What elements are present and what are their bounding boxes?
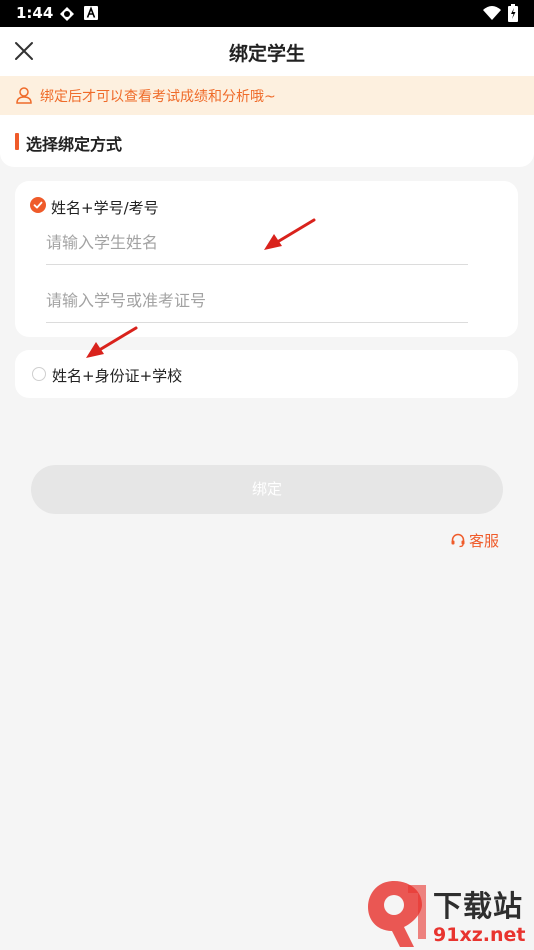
section-accent-bar bbox=[15, 133, 19, 150]
option-label: 姓名+身份证+学校 bbox=[52, 367, 183, 385]
status-bar: 1:44 bbox=[0, 0, 534, 27]
watermark: 下载站 91xz.net bbox=[362, 875, 534, 950]
status-time: 1:44 bbox=[16, 4, 54, 22]
section-title: 选择绑定方式 bbox=[26, 135, 123, 154]
annotation-arrow-icon bbox=[86, 326, 138, 358]
unchecked-radio-icon[interactable] bbox=[32, 367, 46, 381]
watermark-url: 91xz.net bbox=[433, 924, 526, 946]
watermark-logo-icon bbox=[368, 881, 426, 947]
sync-icon bbox=[60, 7, 74, 21]
user-icon bbox=[16, 87, 32, 104]
app-bar: 绑定学生 bbox=[0, 27, 534, 76]
page-title: 绑定学生 bbox=[228, 43, 305, 65]
student-id-input[interactable] bbox=[46, 285, 468, 315]
option-card-name-student-id[interactable]: 姓名+学号/考号 bbox=[15, 181, 518, 337]
headset-icon bbox=[451, 533, 465, 548]
annotation-arrow-icon bbox=[264, 218, 316, 250]
checked-radio-icon[interactable] bbox=[30, 197, 46, 213]
student-id-field bbox=[46, 277, 468, 323]
notice-text: 绑定后才可以查看考试成绩和分析哦~ bbox=[40, 89, 276, 105]
section-header: 选择绑定方式 bbox=[0, 115, 534, 167]
a-badge-icon bbox=[84, 6, 98, 20]
watermark-title: 下载站 bbox=[433, 889, 524, 923]
student-name-input[interactable] bbox=[46, 227, 468, 257]
bind-button[interactable]: 绑定 bbox=[31, 465, 503, 514]
customer-service-label: 客服 bbox=[469, 532, 500, 550]
battery-icon bbox=[508, 4, 518, 22]
notice-banner: 绑定后才可以查看考试成绩和分析哦~ bbox=[0, 76, 534, 115]
option-label: 姓名+学号/考号 bbox=[51, 199, 159, 217]
wifi-icon bbox=[483, 6, 501, 20]
student-name-field bbox=[46, 219, 468, 265]
